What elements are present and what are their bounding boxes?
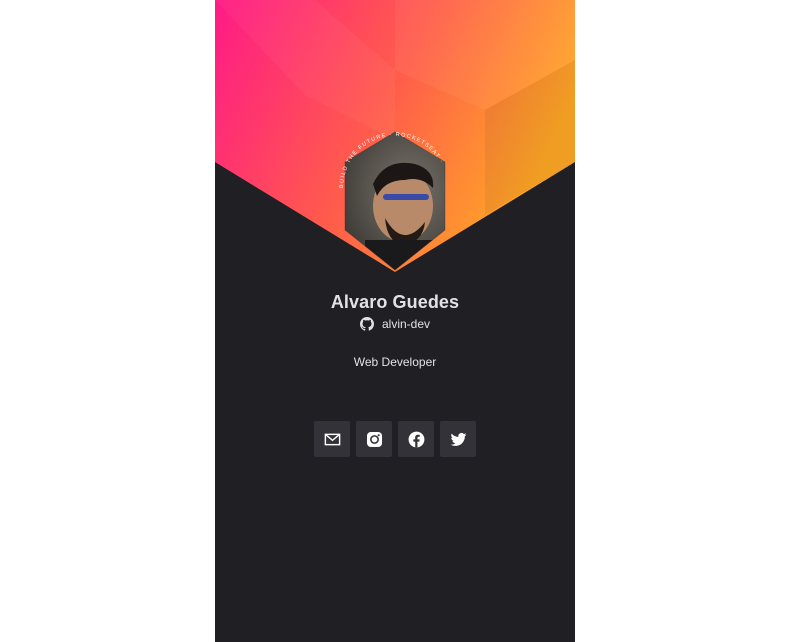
email-icon: [324, 433, 340, 445]
avatar: BUILD THE FUTURE · ROCKETSEAT ·: [339, 131, 446, 271]
facebook-button[interactable]: [398, 421, 434, 457]
instagram-icon: [366, 431, 382, 447]
twitter-button[interactable]: [440, 421, 476, 457]
facebook-icon: [408, 431, 424, 447]
profile-name: Alvaro Guedes: [330, 292, 460, 312]
profile-card: BUILD THE FUTURE · ROCKETSEAT · Alvaro G…: [215, 0, 575, 642]
bio-text: Web Developer: [353, 355, 437, 369]
email-button[interactable]: [314, 421, 350, 457]
github-link[interactable]: alvin-dev: [215, 317, 575, 331]
twitter-icon: [450, 432, 466, 446]
github-icon: [359, 317, 374, 331]
github-username: alvin-dev: [381, 317, 431, 331]
instagram-button[interactable]: [356, 421, 392, 457]
social-links: [314, 421, 476, 457]
